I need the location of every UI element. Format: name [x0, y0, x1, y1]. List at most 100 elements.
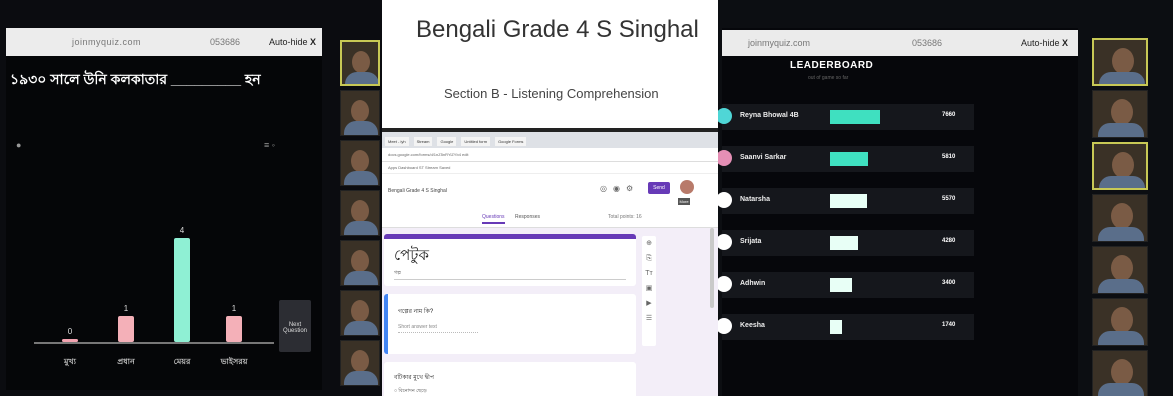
video-tile[interactable] [340, 140, 380, 186]
bar-count-label: 4 [179, 226, 185, 235]
game-code: 053686 [210, 37, 241, 47]
tab-questions[interactable]: Questions [482, 214, 505, 224]
player-score: 3400 [942, 280, 956, 286]
leaderboard-subtitle: out of game so far [808, 75, 849, 81]
menu-icon[interactable]: ≡ ◦ [264, 140, 275, 150]
video-tile[interactable] [340, 40, 380, 86]
score-bar [830, 152, 868, 166]
leaderboard-title: LEADERBOARD [790, 60, 874, 71]
leaderboard-row: Reyna Bhowal 4B 7660 [718, 104, 974, 130]
participant-video-column [1092, 38, 1156, 396]
bar-count-label: 0 [67, 327, 73, 336]
bar-count-label: 1 [231, 304, 237, 313]
browser-tab[interactable]: Google Forms [495, 137, 527, 146]
question-text[interactable]: বটিকার মুখে দ্বীপ [394, 372, 434, 383]
address-bar[interactable]: docs.google.com/forms/d/1nZ5nRYiZYb4 edi… [382, 148, 718, 162]
tab-responses[interactable]: Responses [515, 214, 540, 220]
video-tile[interactable] [340, 190, 380, 236]
player-score: 1740 [942, 322, 956, 328]
option-item[interactable]: ○ বিনোদন ছেড়ে [394, 388, 427, 396]
player-score: 4280 [942, 238, 956, 244]
video-tile[interactable] [1092, 90, 1148, 138]
video-tile[interactable] [1092, 142, 1148, 190]
scrollbar[interactable] [710, 228, 714, 308]
form-name[interactable]: Bengali Grade 4 S Singhal [388, 188, 447, 194]
player-name: Reyna Bhowal 4B [740, 112, 799, 119]
score-bar [830, 320, 842, 334]
bookmarks-bar[interactable]: Apps Dashboard ST Stream Saved [382, 162, 718, 174]
browser-tab[interactable]: Google [437, 137, 457, 146]
form-side-toolbar: ⊕ ⎘ Tт ▣ ▶ ☰ [642, 236, 656, 346]
browser-tab[interactable]: Stream [413, 137, 433, 146]
join-url: joinmyquiz.com [748, 38, 811, 48]
player-score: 7660 [942, 112, 956, 118]
user-icon: ● [16, 140, 22, 150]
chart-bar [118, 316, 134, 342]
chart-bar [226, 316, 242, 342]
add-video-icon[interactable]: ▶ [642, 296, 656, 311]
tooltip: More [678, 198, 690, 205]
browser-tab[interactable]: Meet - iyh [385, 137, 409, 146]
add-title-icon[interactable]: Tт [642, 266, 656, 281]
player-name: Natarsha [740, 196, 770, 203]
add-section-icon[interactable]: ☰ [642, 311, 656, 326]
form-header: Bengali Grade 4 S Singhal ◎◉⚙ Send More … [382, 174, 718, 228]
form-description[interactable]: গল্প [394, 270, 401, 278]
video-tile[interactable] [1092, 350, 1148, 396]
player-score: 5810 [942, 154, 956, 160]
player-score: 5570 [942, 196, 956, 202]
quiz-leaderboard-panel: joinmyquiz.com 053686 Auto-hide X LEADER… [718, 0, 1173, 396]
leaderboard-row: Natarsha 5570 [718, 188, 974, 214]
form-title-card[interactable]: পেটুক গল্প [384, 234, 636, 286]
participant-video-column [340, 40, 380, 390]
add-image-icon[interactable]: ▣ [642, 281, 656, 296]
question-card[interactable]: বটিকার মুখে দ্বীপ ○ বিনোদন ছেড়ে [384, 362, 636, 402]
send-button[interactable]: Send [648, 182, 670, 194]
avatar[interactable] [680, 180, 694, 194]
question-card[interactable]: গল্পের নাম কি? Short answer text [384, 294, 636, 354]
leaderboard-row: Keesha 1740 [718, 314, 974, 340]
player-avatar-dot [718, 108, 732, 124]
video-tile[interactable] [1092, 38, 1148, 86]
close-icon[interactable]: X [1062, 38, 1068, 48]
next-question-button[interactable]: Next Question [279, 300, 311, 352]
section-heading: Section B - Listening Comprehension [444, 86, 659, 101]
video-tile[interactable] [340, 290, 380, 336]
player-avatar-dot [718, 318, 732, 334]
page-title: Bengali Grade 4 S Singhal [416, 16, 699, 43]
palette-eye-gear-icons[interactable]: ◎◉⚙ [600, 184, 639, 193]
browser-tab[interactable]: Untitled form [461, 137, 491, 146]
autohide-toggle[interactable]: Auto-hide X [269, 37, 316, 47]
google-form-panel: Bengali Grade 4 S Singhal Section B - Li… [382, 0, 718, 402]
score-bar [830, 278, 852, 292]
divider [394, 279, 626, 280]
score-bar [830, 110, 880, 124]
game-code: 053686 [912, 38, 943, 48]
quiz-topbar: joinmyquiz.com 053686 Auto-hide X [722, 30, 1078, 56]
video-tile[interactable] [1092, 246, 1148, 294]
video-tile[interactable] [1092, 298, 1148, 346]
video-tile[interactable] [340, 90, 380, 136]
bar-category-label: প্রধান [117, 357, 135, 366]
bar-category-label: ভাইসরয় [220, 357, 248, 366]
video-tile[interactable] [340, 340, 380, 386]
autohide-toggle[interactable]: Auto-hide X [1021, 38, 1068, 48]
quiz-screen: joinmyquiz.com 053686 Auto-hide X ১৯৩০ স… [6, 28, 322, 390]
form-title[interactable]: পেটুক [394, 244, 429, 269]
video-tile[interactable] [1092, 194, 1148, 242]
video-tile[interactable] [340, 240, 380, 286]
form-editor-screenshot: Meet - iyh Stream Google Untitled form Googl… [382, 128, 718, 402]
short-answer-field: Short answer text [398, 324, 478, 333]
join-url: joinmyquiz.com [72, 37, 142, 47]
player-avatar-dot [718, 192, 732, 208]
bar-count-label: 1 [123, 304, 129, 313]
question-text[interactable]: গল্পের নাম কি? [398, 306, 433, 317]
add-question-icon[interactable]: ⊕ [642, 236, 656, 251]
player-avatar-dot [718, 234, 732, 250]
import-questions-icon[interactable]: ⎘ [642, 251, 656, 266]
quiz-host-left-panel: joinmyquiz.com 053686 Auto-hide X ১৯৩০ স… [0, 0, 382, 396]
close-icon[interactable]: X [310, 37, 316, 47]
chart-bar [174, 238, 190, 342]
chart-axis [34, 342, 274, 344]
player-avatar-dot [718, 150, 732, 166]
